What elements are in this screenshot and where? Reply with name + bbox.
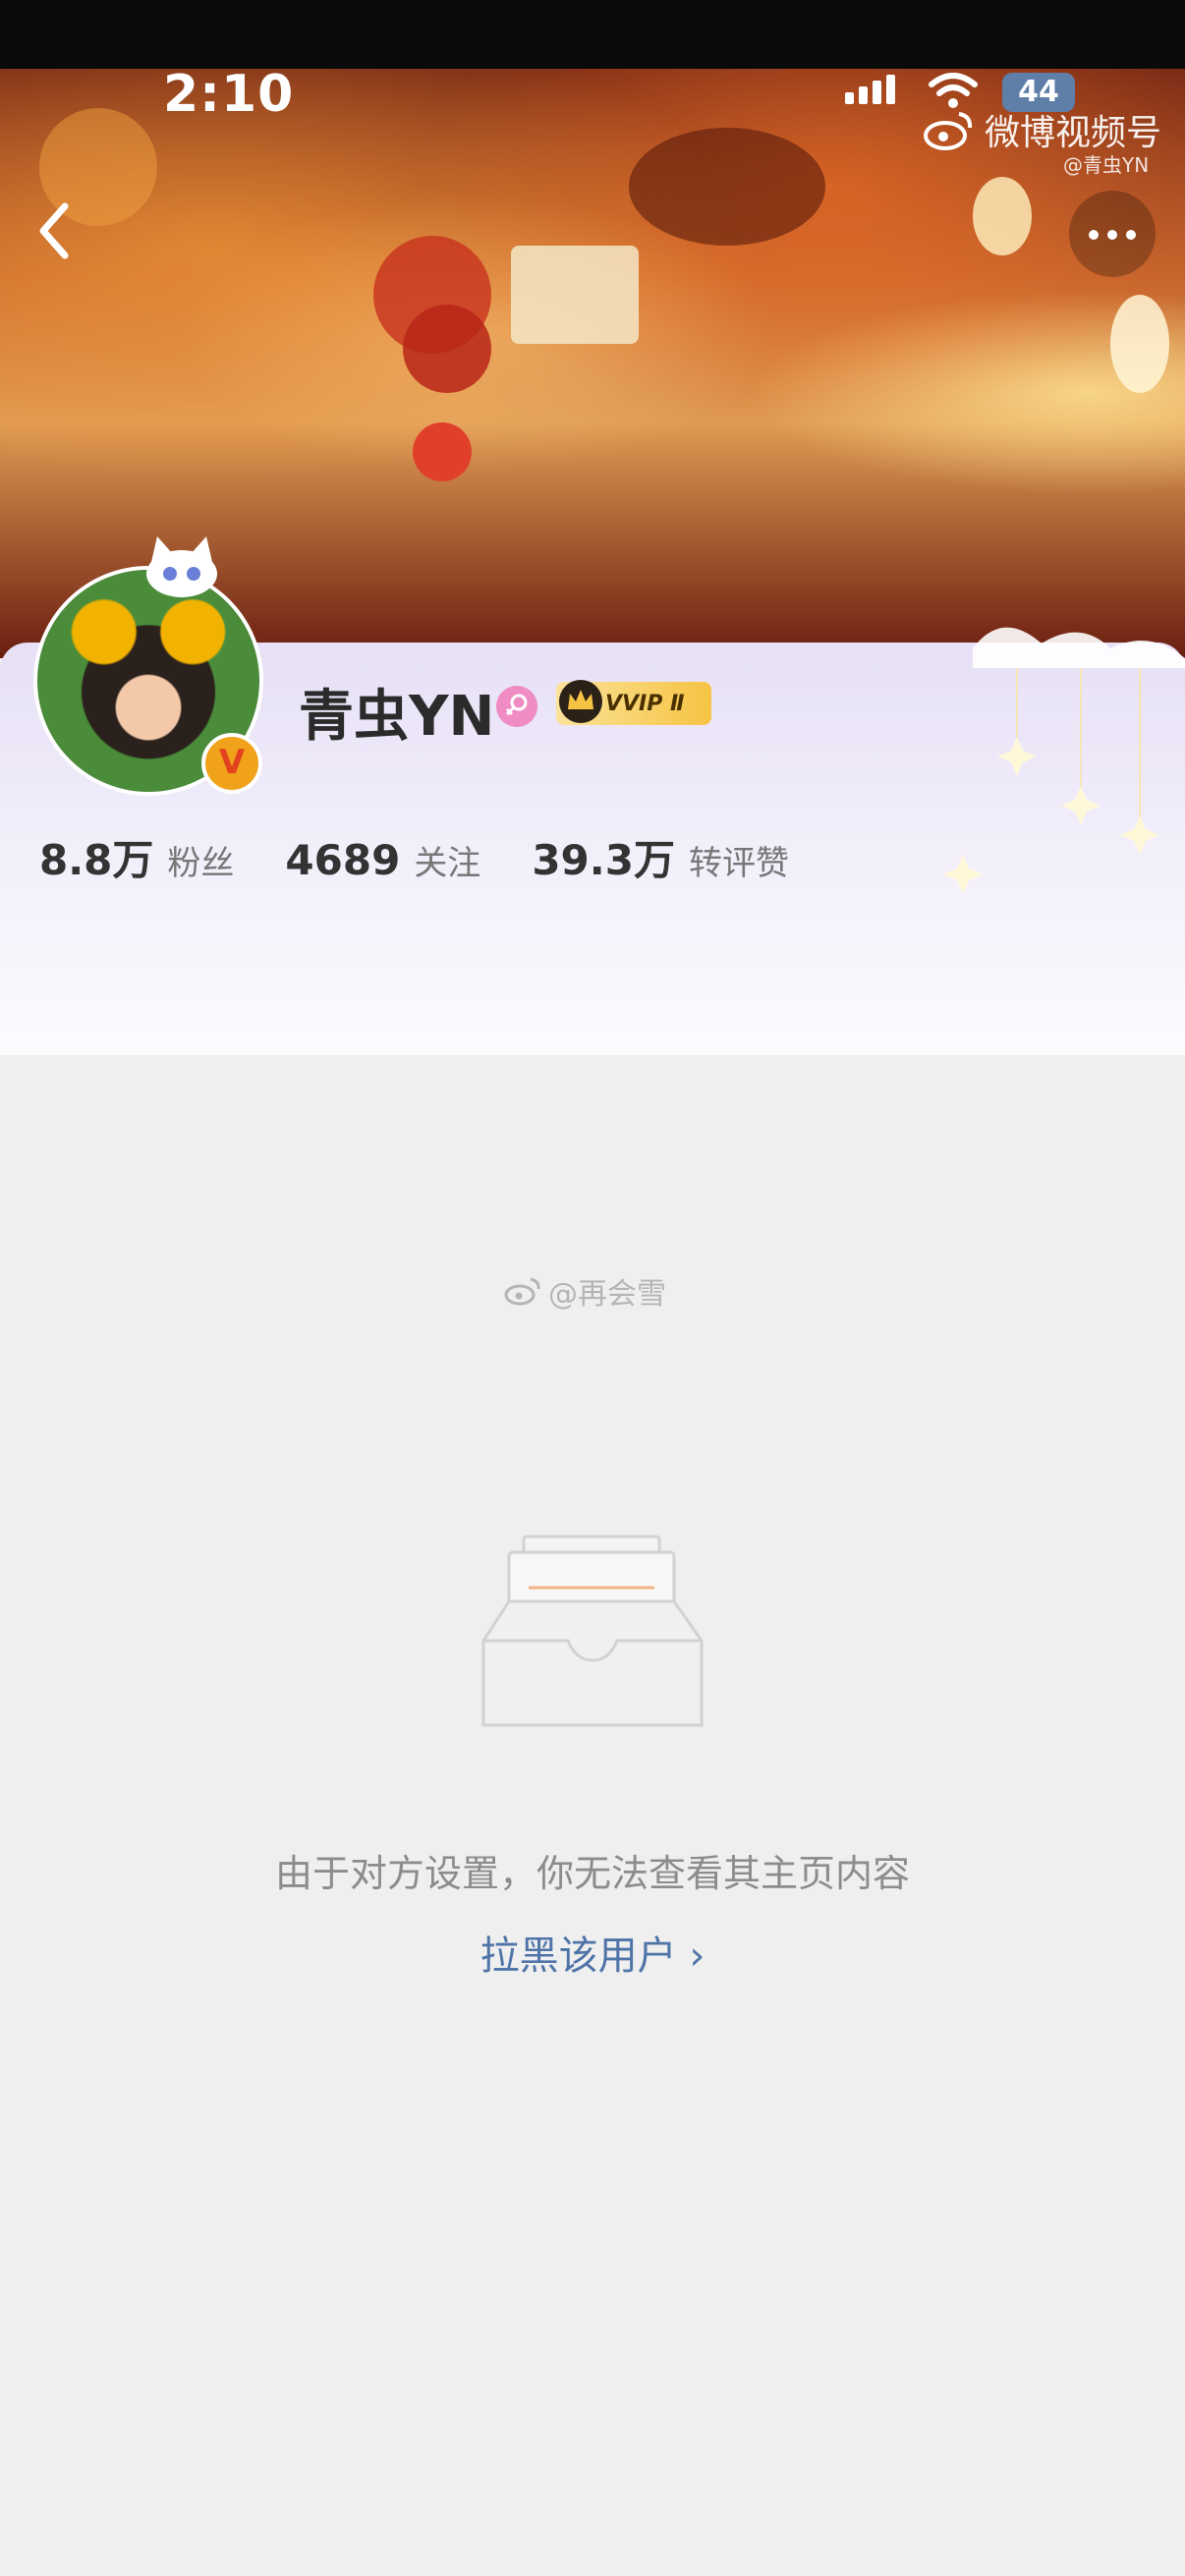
stat-label: 关注 bbox=[414, 844, 481, 883]
stat-label: 转评赞 bbox=[688, 844, 789, 883]
weibo-watermark-icon bbox=[504, 1277, 540, 1306]
stat-label: 粉丝 bbox=[167, 844, 235, 883]
image-watermark: @再会雪 bbox=[503, 1269, 666, 1313]
gender-female-icon bbox=[496, 686, 537, 727]
weibo-logo-icon bbox=[924, 112, 973, 150]
cellular-signal-icon bbox=[845, 75, 895, 104]
stat-value: 4689 bbox=[285, 836, 401, 884]
empty-inbox-icon bbox=[481, 1535, 704, 1727]
profile-stats: 8.8万 粉丝 4689 关注 39.3万 转评赞 bbox=[39, 827, 840, 887]
stat-value: 8.8万 bbox=[39, 836, 154, 884]
video-watermark-handle: @青虫YN bbox=[1063, 153, 1150, 177]
more-icon[interactable] bbox=[1069, 191, 1156, 277]
system-top-bar bbox=[0, 0, 1185, 69]
wifi-icon bbox=[929, 73, 978, 108]
stat-likes[interactable]: 39.3万 转评赞 bbox=[532, 827, 789, 887]
back-icon[interactable] bbox=[29, 196, 79, 265]
vvip-badge-label: VVIP Ⅱ bbox=[605, 692, 685, 716]
stat-following[interactable]: 4689 关注 bbox=[285, 836, 480, 884]
block-user-link[interactable]: 拉黑该用户 › bbox=[0, 1924, 1185, 1981]
verified-icon: V bbox=[201, 733, 262, 794]
stat-followers[interactable]: 8.8万 粉丝 bbox=[39, 827, 234, 887]
restricted-message: 由于对方设置，你无法查看其主页内容 bbox=[274, 1852, 910, 1895]
vvip-badge[interactable]: VVIP Ⅱ bbox=[556, 680, 711, 725]
stat-value: 39.3万 bbox=[532, 836, 675, 884]
status-time: 2:10 bbox=[163, 65, 295, 124]
crown-icon bbox=[559, 680, 602, 723]
username: 青虫YN bbox=[299, 685, 495, 749]
watermark-text: @再会雪 bbox=[548, 1277, 666, 1312]
video-watermark-title: 微博视频号 bbox=[985, 113, 1162, 153]
decorative-stars bbox=[943, 627, 1185, 894]
cat-decoration-icon bbox=[146, 536, 217, 597]
